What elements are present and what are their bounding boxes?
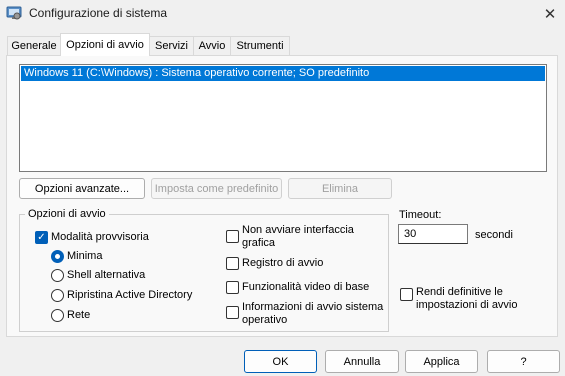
os-boot-info-label-line1: Informazioni di avvio sistema <box>242 301 384 313</box>
boot-log-checkbox[interactable] <box>226 257 239 270</box>
timeout-unit: secondi <box>475 229 513 241</box>
tab-strumenti[interactable]: Strumenti <box>230 36 290 55</box>
boot-entry-row[interactable]: Windows 11 (C:\Windows) : Sistema operat… <box>21 66 545 81</box>
boot-entries-list[interactable]: Windows 11 (C:\Windows) : Sistema operat… <box>19 64 547 172</box>
help-label: ? <box>520 355 527 368</box>
radio-shell-alternativa[interactable] <box>51 269 64 282</box>
base-video-label: Funzionalità video di base <box>242 281 370 293</box>
safe-boot-label: Modalità provvisoria <box>51 231 149 243</box>
no-gui-boot-label-line1: Non avviare interfaccia <box>242 224 354 236</box>
tab-opzioni-di-avvio[interactable]: Opzioni di avvio <box>60 33 150 56</box>
make-permanent-label-line2: impostazioni di avvio <box>416 299 518 311</box>
tab-avvio[interactable]: Avvio <box>193 36 231 55</box>
delete-button[interactable]: Elimina <box>288 178 392 199</box>
cancel-button[interactable]: Annulla <box>325 350 399 373</box>
make-permanent-label: Rendi definitive le impostazioni di avvi… <box>416 286 518 312</box>
set-default-button[interactable]: Imposta come predefinito <box>151 178 282 199</box>
os-boot-info-label: Informazioni di avvio sistema operativo <box>242 301 383 327</box>
close-icon[interactable]: ✕ <box>536 2 564 26</box>
radio-rete-label: Rete <box>67 309 91 321</box>
timeout-input[interactable]: 30 <box>398 224 468 244</box>
radio-rete[interactable] <box>51 309 64 322</box>
system-config-icon <box>6 5 22 21</box>
window-title: Configurazione di sistema <box>29 6 168 20</box>
ok-label: OK <box>272 355 289 368</box>
cancel-label: Annulla <box>343 355 381 368</box>
no-gui-boot-checkbox[interactable] <box>226 230 239 243</box>
make-permanent-label-line1: Rendi definitive le <box>416 286 503 298</box>
apply-button[interactable]: Applica <box>405 350 478 373</box>
tab-servizi[interactable]: Servizi <box>149 36 194 55</box>
radio-active-directory[interactable] <box>51 289 64 302</box>
no-gui-boot-label-line2: grafica <box>242 237 276 249</box>
radio-minima[interactable] <box>51 250 64 263</box>
apply-label: Applica <box>423 355 460 368</box>
base-video-checkbox[interactable] <box>226 281 239 294</box>
delete-label: Elimina <box>321 182 359 195</box>
boot-log-label: Registro di avvio <box>242 257 324 269</box>
radio-active-directory-label: Ripristina Active Directory <box>67 289 193 301</box>
no-gui-boot-label: Non avviare interfaccia grafica <box>242 224 354 250</box>
boot-options-group-label: Opzioni di avvio <box>25 208 109 220</box>
set-default-label: Imposta come predefinito <box>154 182 279 195</box>
title-bar: Configurazione di sistema ✕ <box>0 0 565 28</box>
help-button[interactable]: ? <box>487 350 560 373</box>
safe-boot-checkbox[interactable]: ✓ <box>35 231 48 244</box>
advanced-options-label: Opzioni avanzate... <box>34 182 130 195</box>
tab-generale[interactable]: Generale <box>7 36 61 55</box>
radio-minima-label: Minima <box>67 250 103 262</box>
ok-button[interactable]: OK <box>244 350 317 373</box>
os-boot-info-label-line2: operativo <box>242 314 288 326</box>
make-permanent-checkbox[interactable] <box>400 288 413 301</box>
advanced-options-button[interactable]: Opzioni avanzate... <box>19 178 145 199</box>
radio-shell-alternativa-label: Shell alternativa <box>67 269 146 281</box>
timeout-label: Timeout: <box>399 209 442 221</box>
os-boot-info-checkbox[interactable] <box>226 306 239 319</box>
